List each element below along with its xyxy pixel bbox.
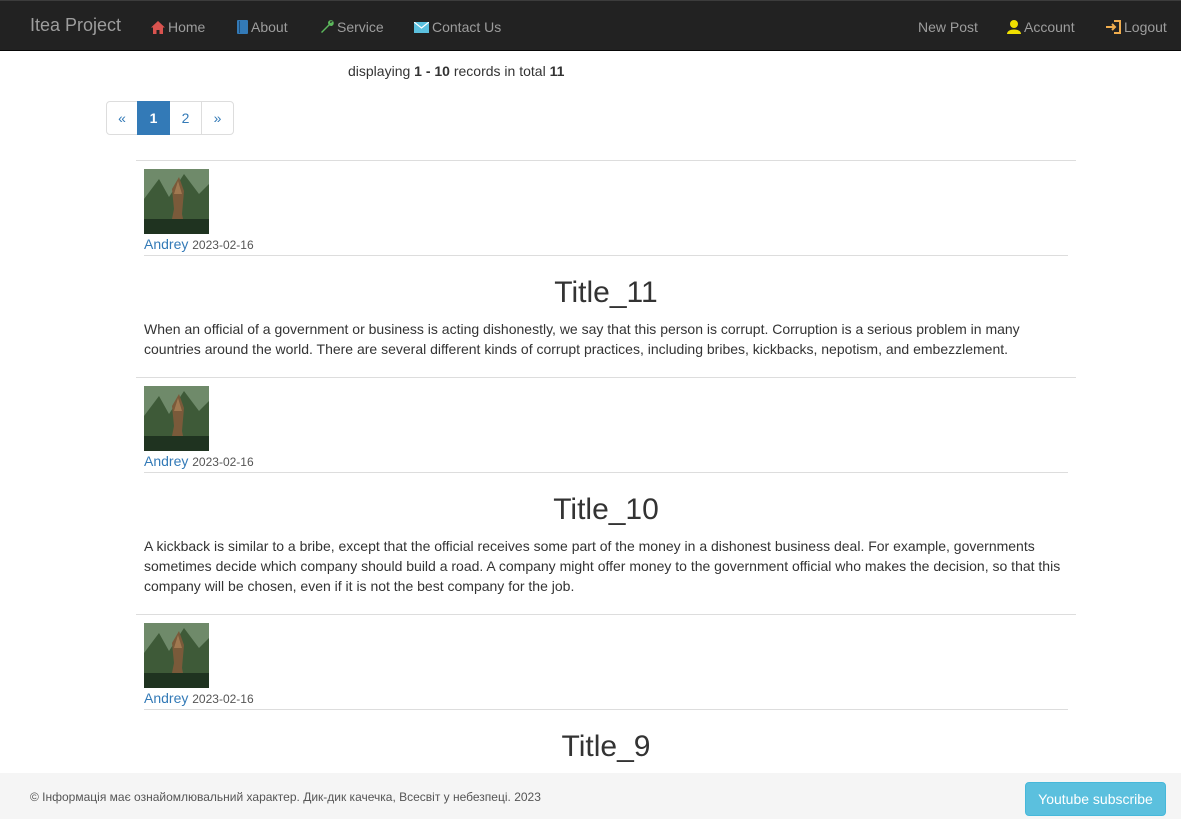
records-summary: displaying 1 - 10 records in total 11 <box>348 63 564 79</box>
pagination: « 1 2 » <box>106 101 234 135</box>
divider <box>136 614 1076 615</box>
divider <box>136 160 1076 161</box>
records-prefix: displaying <box>348 63 411 79</box>
nav-home-label: Home <box>168 19 206 35</box>
post-meta: Andrey 2023-02-16 <box>144 690 254 706</box>
footer-text: © Інформація має ознайомлювальний характ… <box>30 790 541 804</box>
nav-account-label: Account <box>1024 19 1075 35</box>
post-title: Title_9 <box>561 730 651 763</box>
brand-link[interactable]: Itea Project <box>30 15 121 36</box>
nav-service[interactable]: Service <box>320 18 384 36</box>
post-author-link[interactable]: Andrey <box>144 236 188 252</box>
nav-home[interactable]: Home <box>151 18 205 36</box>
youtube-subscribe-button[interactable]: Youtube subscribe <box>1025 782 1166 816</box>
navbar: Itea Project Home About Service Contact … <box>0 0 1181 51</box>
divider <box>144 709 1068 710</box>
book-icon <box>237 20 251 34</box>
nav-service-label: Service <box>337 19 384 35</box>
pagination-page-2[interactable]: 2 <box>169 101 202 135</box>
home-icon <box>151 20 168 34</box>
divider <box>144 472 1068 473</box>
divider <box>136 377 1076 378</box>
pagination-page-1[interactable]: 1 <box>137 101 170 135</box>
nav-new-post[interactable]: New Post <box>918 18 978 36</box>
nav-contact[interactable]: Contact Us <box>414 18 501 36</box>
envelope-icon <box>414 21 432 33</box>
records-total: 11 <box>549 63 565 79</box>
nav-account[interactable]: Account <box>1007 18 1075 36</box>
pagination-prev[interactable]: « <box>106 101 138 135</box>
logout-icon <box>1105 20 1124 34</box>
nav-about-label: About <box>251 19 288 35</box>
post-author-link[interactable]: Andrey <box>144 690 188 706</box>
post-date: 2023-02-16 <box>192 692 254 706</box>
post-date: 2023-02-16 <box>192 455 254 469</box>
nav-new-post-label: New Post <box>918 19 978 35</box>
post-thumbnail[interactable] <box>144 386 209 451</box>
nav-about[interactable]: About <box>237 18 288 36</box>
footer: © Інформація має ознайомлювальний характ… <box>0 773 1181 819</box>
post-meta: Andrey 2023-02-16 <box>144 453 254 469</box>
nav-contact-label: Contact Us <box>432 19 502 35</box>
post-title: Title_11 <box>554 276 658 309</box>
post-body: When an official of a government or busi… <box>144 321 1020 357</box>
post-body: A kickback is similar to a bribe, except… <box>144 538 1061 594</box>
post-author-link[interactable]: Andrey <box>144 453 188 469</box>
wrench-icon <box>320 20 337 34</box>
nav-logout[interactable]: Logout <box>1105 18 1167 36</box>
records-middle: records in total <box>453 63 546 79</box>
pagination-next[interactable]: » <box>201 101 234 135</box>
post-thumbnail[interactable] <box>144 169 209 234</box>
post-date: 2023-02-16 <box>192 238 254 252</box>
post-thumbnail[interactable] <box>144 623 209 688</box>
divider <box>144 255 1068 256</box>
post-meta: Andrey 2023-02-16 <box>144 236 254 252</box>
records-range: 1 - 10 <box>414 63 450 79</box>
post-title: Title_10 <box>553 493 659 526</box>
user-icon <box>1007 20 1024 34</box>
nav-logout-label: Logout <box>1124 19 1167 35</box>
